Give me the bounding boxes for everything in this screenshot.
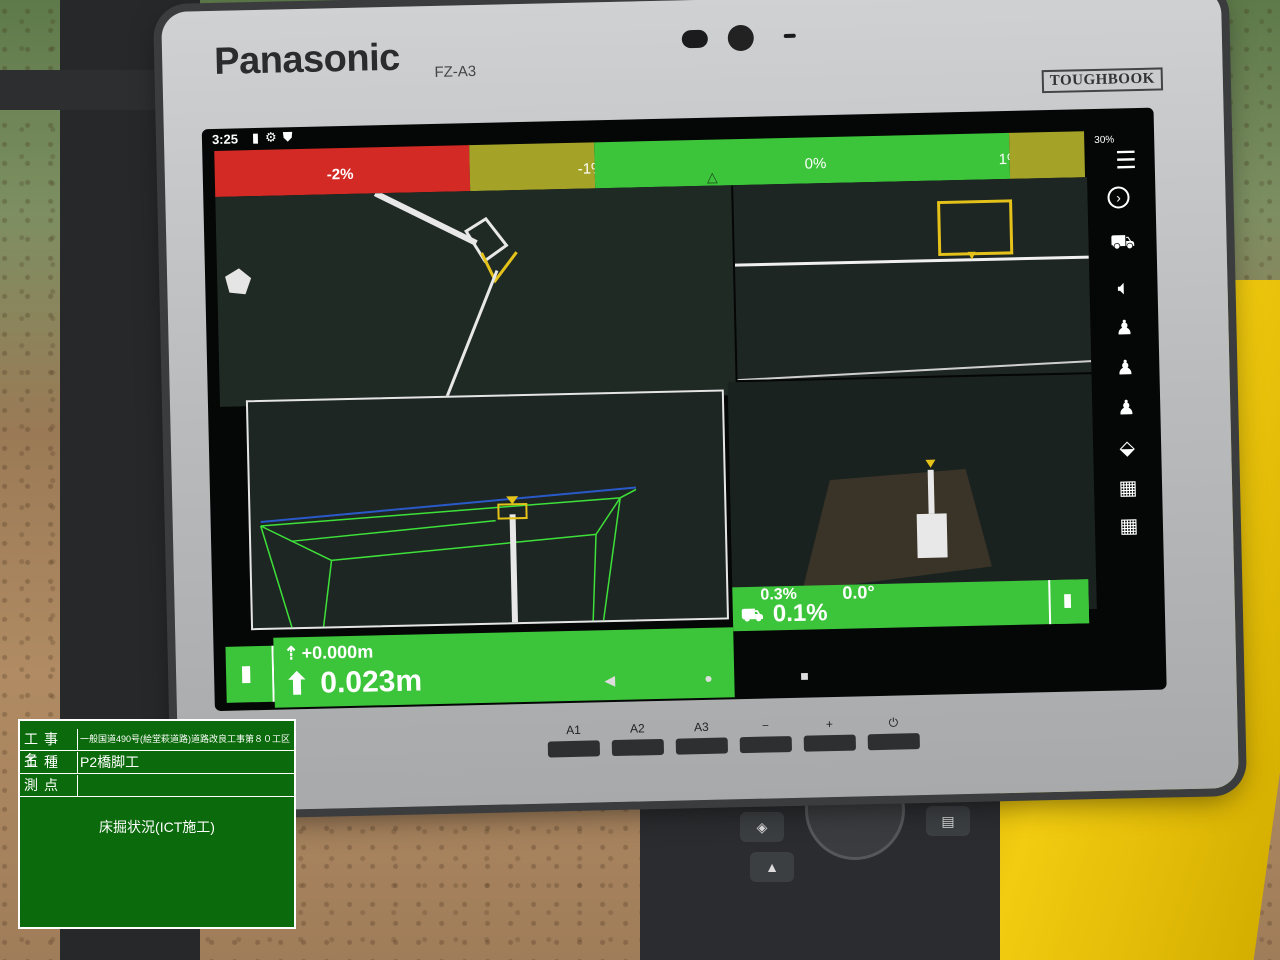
chevron-right-icon[interactable]: › [1107, 186, 1130, 209]
boom-arm [373, 190, 478, 246]
series-badge: TOUGHBOOK [1041, 67, 1164, 94]
grade-zone-olive-right [1009, 131, 1086, 179]
grade-tick-label: -2% [326, 165, 354, 184]
board-row-work-type: 工種 P2橋脚工 [20, 752, 294, 774]
stick-joint [464, 216, 509, 263]
hw-button-minus[interactable]: − [739, 718, 793, 754]
front-view-panel [245, 389, 729, 631]
model-label: FZ-A3 [434, 62, 477, 81]
bucket-frame [937, 199, 1014, 257]
board-value: 一般国道490号(絵堂萩道路)道路改良工事第８０工区 [80, 734, 291, 744]
status-icons: ▮⚙⛊ [251, 129, 299, 146]
tablet-device: Panasonic FZ-A3 TOUGHBOOK 3:25 ▮⚙⛊ 30% -… [161, 0, 1239, 812]
machine-slope-icon: ⛟ [740, 604, 764, 626]
hw-button-a3[interactable]: A3 [675, 719, 729, 755]
speaker-icon[interactable]: 🔈︎ [1109, 274, 1138, 303]
home-icon[interactable]: ● [704, 670, 713, 686]
design-surface-line [443, 270, 499, 403]
profile-view-panel [733, 177, 1092, 381]
menu-icon[interactable]: ☰ [1115, 146, 1137, 175]
hw-button-a1[interactable]: A1 [547, 722, 601, 758]
operator-3-icon[interactable]: ♟ [1112, 394, 1141, 423]
bucket-marker [506, 496, 519, 505]
clock: 3:25 [211, 131, 239, 148]
board-note: 床掘状況(ICT施工) [99, 819, 215, 835]
recents-icon[interactable]: ■ [800, 668, 809, 684]
cut-depth-value: 0.023m [319, 664, 423, 700]
side-view-graphic [225, 190, 518, 403]
console-key-4[interactable]: ▤ [926, 806, 970, 836]
elevation-offset-icon: ⇡ [283, 643, 299, 664]
android-nav-bar: ◀ ● ■ [604, 667, 844, 696]
board-key: 測点 [20, 775, 78, 796]
design-line [734, 255, 1089, 267]
operator-2-icon[interactable]: ♟ [1111, 354, 1140, 383]
up-arrow-icon: ⬆ [283, 667, 310, 702]
grade-marker-icon: △ [706, 168, 718, 185]
console-key-5[interactable]: ▲ [750, 852, 794, 882]
right-toolbar: › ⛟ 🔈︎ ♟ ♟ ♟ ⬙ ▦ ▦ [1095, 178, 1154, 569]
tablet-screen: 3:25 ▮⚙⛊ 30% -2% -1% 0% △ 1% ☰ [201, 107, 1167, 712]
hw-button-power[interactable]: ⏻ [867, 715, 920, 751]
board-key: 工事名 [20, 729, 78, 768]
profile-view-graphic [734, 199, 1092, 381]
console-key-3[interactable]: ◈ [740, 812, 784, 842]
slope-value: 0.1% [772, 599, 828, 628]
roll-value: 0.0° [842, 582, 875, 603]
excavation-area [802, 468, 992, 591]
phone-icon[interactable]: ▮ [225, 645, 275, 703]
bucket-outline [480, 251, 518, 284]
photo-scene: ◆ ▣ ◈ ▤ ▲ Panasonic FZ-A3 TOUGHBOOK 3:25… [0, 0, 1280, 960]
board-row-station: 測点 [20, 775, 294, 797]
measure-a-icon[interactable]: ▦ [1114, 474, 1143, 503]
measure-b-icon[interactable]: ▦ [1115, 512, 1144, 541]
hw-button-a2[interactable]: A2 [611, 721, 665, 757]
reference-line [260, 486, 637, 523]
machine-marker-icon [225, 268, 252, 295]
slope-readout-panel: 0.3% 0.0° 0.1% ⛟ [732, 579, 1090, 632]
grade-zone-red: -2% [214, 145, 471, 197]
bucket-top-marker [925, 459, 936, 468]
excavator-icon[interactable]: ⛟ [1108, 228, 1137, 257]
operator-1-icon[interactable]: ♟ [1110, 314, 1139, 343]
arm-top [927, 469, 935, 514]
front-view-graphic [260, 486, 637, 631]
photo-info-board: 工事名 一般国道490号(絵堂萩道路)道路改良工事第８０工区 工種 P2橋脚工 … [18, 719, 296, 929]
battery-level: 30% [1094, 134, 1115, 146]
board-value: P2橋脚工 [80, 754, 140, 770]
grade-zone-olive: -1% [469, 142, 605, 192]
phone-right-icon[interactable]: ▮ [1048, 579, 1090, 625]
brand-logo: Panasonic [213, 36, 401, 83]
hw-button-plus[interactable]: + [803, 717, 856, 752]
machine-top-icon [916, 513, 948, 559]
grade-tick-label: 0% [804, 155, 827, 173]
boom-front [509, 514, 519, 627]
elevation-offset: +0.000m [301, 641, 374, 664]
elevation-readout-panel: ⇡ +0.000m ⬆ 0.023m [273, 627, 735, 708]
board-key: 工種 [20, 752, 78, 773]
side-view-panel [215, 185, 736, 407]
bucket-icon[interactable]: ⬙ [1113, 434, 1142, 463]
board-row-project: 工事名 一般国道490号(絵堂萩道路)道路改良工事第８０工区 [20, 729, 294, 768]
board-value [80, 775, 294, 796]
back-icon[interactable]: ◀ [604, 672, 615, 689]
front-camera [681, 21, 812, 54]
hardware-buttons: A1 A2 A3 − + ⏻ [547, 715, 920, 793]
